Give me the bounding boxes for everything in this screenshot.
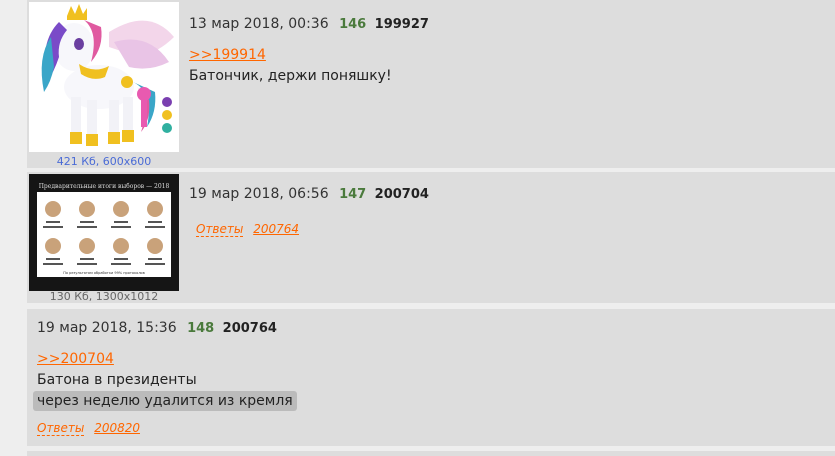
reply-link[interactable]: >>200704 [37,351,114,367]
thumb-title: Предварительные итоги выборов — 2018 [39,183,170,190]
post-answers: Ответы 200764 [196,222,299,237]
post-header: 13 мар 2018, 00:36 146 199927 [189,16,429,32]
post-text-line: Батончик, держи поняшку! [189,68,392,84]
pony-image [29,2,179,152]
reply-link[interactable]: >>199914 [189,47,266,63]
spoiler-text[interactable]: через неделю удалится из кремля [33,391,297,411]
post-thumbnail[interactable]: Предварительные итоги выборов — 2018 По … [29,174,179,291]
post-200704: Предварительные итоги выборов — 2018 По … [27,172,835,303]
answer-link[interactable]: 200764 [253,222,299,236]
post-header: 19 мар 2018, 06:56 147 200704 [189,186,429,202]
election-image: Предварительные итоги выборов — 2018 По … [29,174,179,291]
post-answers: Ответы 200820 [37,421,140,436]
thumbnail-meta[interactable]: 421 Кб, 600x600 [29,155,179,168]
post-199927: 421 Кб, 600x600 13 мар 2018, 00:36 146 1… [27,0,835,168]
post-number: 148 [187,321,215,336]
answers-label[interactable]: Ответы [37,421,85,436]
thumbnail-meta[interactable]: 130 Кб, 1300x1012 [29,290,179,303]
post-id[interactable]: 199927 [375,17,429,32]
post-date: 19 мар 2018, 06:56 [189,186,329,202]
post-text-line: Батона в президенты [37,372,197,388]
post-id[interactable]: 200764 [223,321,277,336]
post-next [27,451,835,456]
post-200764: 19 мар 2018, 15:36 148 200764 >>200704 Б… [27,309,835,446]
post-id[interactable]: 200704 [375,187,429,202]
post-thumbnail[interactable] [29,2,179,152]
post-number: 146 [339,17,367,32]
post-date: 13 мар 2018, 00:36 [189,16,329,32]
post-date: 19 мар 2018, 15:36 [37,320,177,336]
answer-link[interactable]: 200820 [94,421,140,435]
post-number: 147 [339,187,367,202]
thumb-footer: По результатам обработки 99% протоколов [63,271,145,275]
answers-label[interactable]: Ответы [196,222,244,237]
post-header: 19 мар 2018, 15:36 148 200764 [37,320,277,336]
